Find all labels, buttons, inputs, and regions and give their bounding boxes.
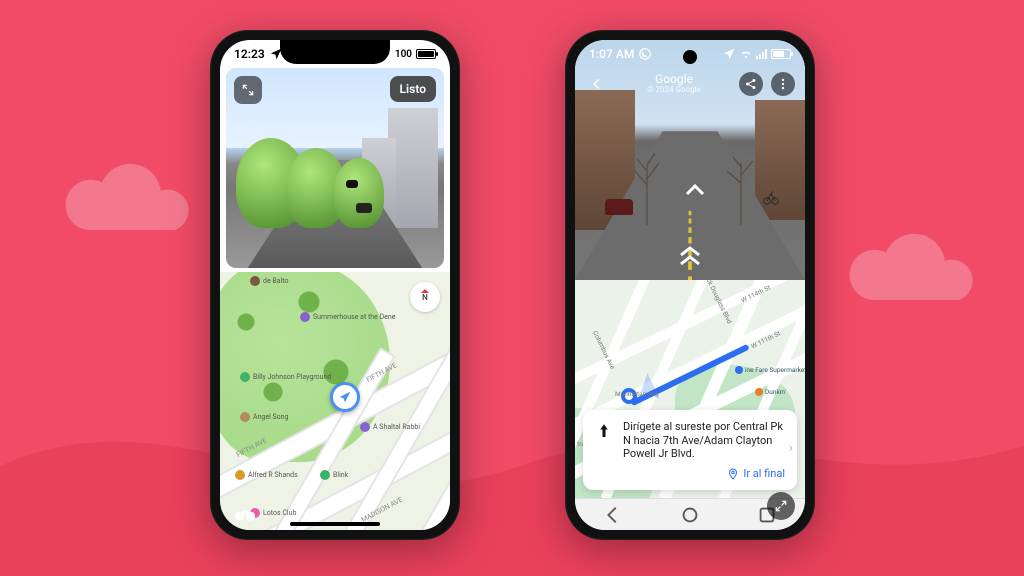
current-location-marker[interactable] xyxy=(330,382,360,412)
map-poi[interactable]: de Balto xyxy=(250,276,288,286)
expand-street-view-button[interactable] xyxy=(767,492,795,520)
direction-text: Dirígete al sureste por Central Pk N hac… xyxy=(623,420,785,461)
nav-chevron-icon[interactable] xyxy=(678,246,702,270)
compass-letter: N xyxy=(422,293,428,302)
battery-icon xyxy=(416,49,436,59)
street-view-header: Google © 2024 Google xyxy=(575,70,805,98)
map-poi[interactable]: Blink xyxy=(320,470,348,480)
cellular-icon xyxy=(756,49,767,59)
whatsapp-icon xyxy=(638,47,652,61)
map-poi[interactable]: Lotos Club xyxy=(250,508,296,518)
battery-icon xyxy=(771,49,791,59)
done-label: Listo xyxy=(400,82,426,96)
parked-car xyxy=(605,199,633,215)
status-time: 1:07 AM xyxy=(589,47,634,61)
cyclist xyxy=(763,189,779,205)
end-link-label: Ir al final xyxy=(743,467,785,480)
background-wave xyxy=(0,356,1024,576)
go-to-end-button[interactable]: Ir al final xyxy=(595,467,785,480)
compass-button[interactable]: N xyxy=(410,282,440,312)
map-poi[interactable]: A Shaltal Rabbi xyxy=(360,422,420,432)
chevron-right-icon: › xyxy=(789,440,793,456)
back-button[interactable] xyxy=(585,72,609,96)
home-nav-button[interactable] xyxy=(679,504,701,526)
direction-arrow-icon xyxy=(595,420,613,443)
map-poi[interactable]: Billy Johnson Playground xyxy=(240,372,331,382)
more-menu-button[interactable] xyxy=(771,72,795,96)
status-time: 12:23 xyxy=(234,47,265,61)
nav-chevron-icon[interactable] xyxy=(685,181,705,200)
map-poi[interactable]: Angel Song xyxy=(240,412,288,422)
map-poi[interactable]: Dunkin' xyxy=(755,388,786,396)
street-label: Manhattan Ave xyxy=(615,390,659,398)
map-poi[interactable]: Summerhouse at the Dene xyxy=(300,312,395,322)
decorative-cloud xyxy=(844,230,984,310)
apple-map-view[interactable]: FIFTH AVE FIFTH AVE MADISON AVE Summerho… xyxy=(220,272,450,530)
expand-button[interactable] xyxy=(234,76,262,104)
apple-maps-phone: 12:23 100 xyxy=(210,30,460,540)
direction-card[interactable]: Dirígete al sureste por Central Pk N hac… xyxy=(583,410,797,490)
camera-punch-hole xyxy=(683,50,697,64)
done-button[interactable]: Listo xyxy=(390,76,436,102)
home-indicator[interactable] xyxy=(290,522,380,526)
map-poi[interactable]: ine Fare Supermarket xyxy=(735,366,805,374)
battery-label: 100 xyxy=(395,49,412,60)
copyright-label: © 2024 Google xyxy=(647,86,701,95)
share-button[interactable] xyxy=(739,72,763,96)
map-poi[interactable]: Alfred R Shands xyxy=(235,470,298,480)
wifi-icon xyxy=(740,49,752,59)
comparison-canvas: 12:23 100 xyxy=(0,0,1024,576)
location-icon xyxy=(722,47,736,61)
back-nav-button[interactable] xyxy=(602,504,624,526)
iphone-notch xyxy=(280,40,390,64)
binoculars-icon xyxy=(234,506,256,522)
google-maps-phone: 1:07 AM xyxy=(565,30,815,540)
decorative-cloud xyxy=(60,160,200,240)
